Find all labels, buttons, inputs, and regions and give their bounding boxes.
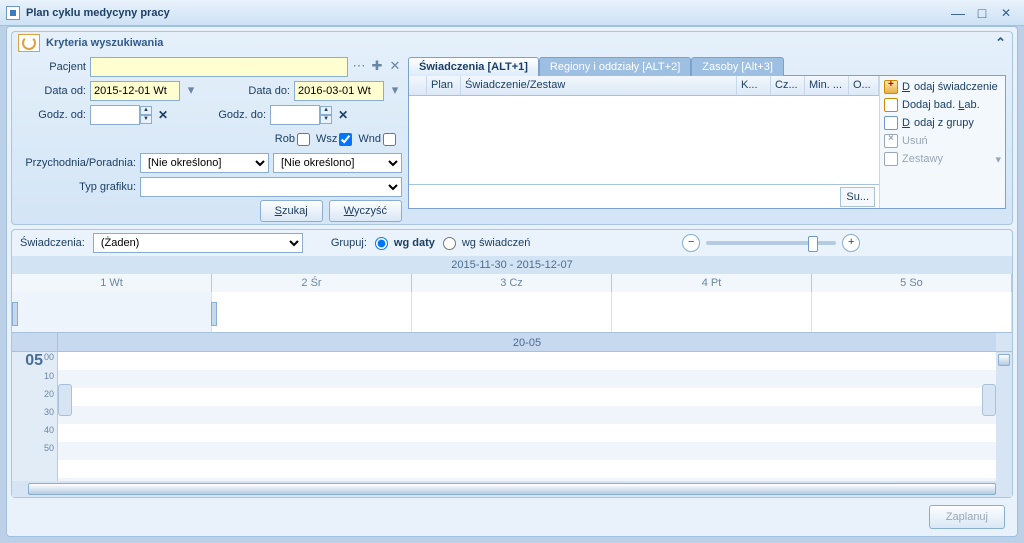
services-grid: Plan Świadczenie/Zestaw K... Cz... Min. …: [409, 76, 879, 208]
day-col-1[interactable]: 1 Wt: [12, 274, 212, 292]
time-from-label: Godz. od:: [18, 109, 86, 121]
graph-type-select[interactable]: [140, 177, 402, 197]
title-bar: Plan cyklu medycyny pracy ― □ ✕: [0, 0, 1024, 26]
plus-icon: [884, 80, 898, 94]
tab-regiony[interactable]: Regiony i oddziały [ALT+2]: [539, 57, 691, 76]
group-by-service-radio[interactable]: wg świadczeń: [443, 237, 530, 250]
poradnia-select[interactable]: [Nie określono]: [273, 153, 402, 173]
timeline-body[interactable]: [58, 352, 996, 481]
zoom-in-button[interactable]: +: [842, 234, 860, 252]
overview-strip[interactable]: [12, 292, 1012, 332]
criteria-icon: [18, 34, 40, 52]
zoom-out-button[interactable]: −: [682, 234, 700, 252]
timeline-hscroll[interactable]: [12, 481, 1012, 497]
patient-input[interactable]: [90, 57, 348, 77]
grid-col-min[interactable]: Min. ...: [805, 76, 849, 95]
schedule-sw-label: Świadczenia:: [20, 237, 85, 249]
criteria-panel: Kryteria wyszukiwania ⌃ Pacjent ⋯ ✚ ✕ Da…: [11, 31, 1013, 225]
time-from-clear-icon[interactable]: ✕: [158, 108, 168, 122]
maximize-button[interactable]: □: [970, 5, 994, 21]
sets-icon: [884, 152, 898, 166]
grid-col-o[interactable]: O...: [849, 76, 879, 95]
group-by-date-radio[interactable]: wg daty: [375, 237, 435, 250]
patient-more-icon[interactable]: ⋯: [352, 58, 366, 76]
group-icon: [884, 116, 898, 130]
tab-zasoby[interactable]: Zasoby [Alt+3]: [691, 57, 784, 76]
patient-add-icon[interactable]: ✚: [370, 58, 384, 76]
overview-handle-left[interactable]: [12, 302, 18, 326]
overview-handle-right[interactable]: [211, 302, 217, 326]
action-add-lab[interactable]: Dodaj bad. Lab.Dodaj bad. Lab.: [884, 98, 1001, 112]
action-sets: Zestawy ▾: [884, 152, 1001, 166]
grid-col-k[interactable]: K...: [737, 76, 771, 95]
group-label: Grupuj:: [331, 237, 367, 249]
schedule-sw-select[interactable]: (Żaden): [93, 233, 303, 253]
date-from-label: Data od:: [18, 85, 86, 97]
day-col-2[interactable]: 2 Śr: [212, 274, 412, 292]
clinic-label: Przychodnia/Poradnia:: [18, 157, 136, 169]
delete-icon: [884, 134, 898, 148]
day-col-5[interactable]: 5 So: [812, 274, 1012, 292]
clear-button[interactable]: WyczyśćWyczyść: [329, 200, 402, 222]
action-add-swiadczenie[interactable]: DDodaj świadczenieodaj świadczenie: [884, 80, 1001, 94]
patient-clear-icon[interactable]: ✕: [388, 58, 402, 76]
tab-swiadczenia[interactable]: Świadczenia [ALT+1]: [408, 57, 539, 76]
app-icon: [6, 6, 20, 20]
day-wsz-checkbox[interactable]: Wsz: [316, 133, 352, 146]
search-button[interactable]: SSzukajzukaj: [260, 200, 323, 222]
time-to-label: Godz. do:: [202, 109, 266, 121]
time-gutter: 0500 10 20 30 40 50: [12, 352, 58, 481]
grid-col-selector[interactable]: [409, 76, 427, 95]
time-to-clear-icon[interactable]: ✕: [338, 108, 348, 122]
allday-label: 20-05: [58, 333, 996, 351]
day-rob-checkbox[interactable]: Rob: [275, 133, 310, 146]
grid-col-plan[interactable]: Plan: [427, 76, 461, 95]
grid-col-swz[interactable]: Świadczenie/Zestaw: [461, 76, 737, 95]
clinic-select[interactable]: [Nie określono]: [140, 153, 269, 173]
day-headers: 1 Wt 2 Śr 3 Cz 4 Pt 5 So: [12, 274, 1012, 292]
date-to-label: Data do:: [226, 85, 290, 97]
collapse-icon[interactable]: ⌃: [995, 35, 1006, 51]
action-add-group[interactable]: Dodaj z grupyDodaj z grupy: [884, 116, 1001, 130]
date-from-dropdown-icon[interactable]: ▾: [184, 82, 198, 100]
day-wnd-checkbox[interactable]: Wnd: [358, 133, 396, 146]
day-col-4[interactable]: 4 Pt: [612, 274, 812, 292]
lab-icon: [884, 98, 898, 112]
timeline-next-button[interactable]: [982, 384, 996, 416]
criteria-header: Kryteria wyszukiwania ⌃: [12, 32, 1012, 54]
window-title: Plan cyklu medycyny pracy: [26, 7, 170, 19]
time-from-spinner[interactable]: ▲▼: [140, 106, 152, 124]
graph-type-label: Typ grafiku:: [18, 181, 136, 193]
timeline-prev-button[interactable]: [58, 384, 72, 416]
grid-col-cz[interactable]: Cz...: [771, 76, 805, 95]
grid-sum-button[interactable]: Su...: [840, 187, 875, 207]
allday-gutter: [12, 333, 58, 351]
action-delete: Usuń: [884, 134, 1001, 148]
zoom-slider[interactable]: [706, 241, 836, 245]
close-button[interactable]: ✕: [994, 6, 1018, 20]
allday-scroll[interactable]: [996, 333, 1012, 351]
time-from-input[interactable]: [90, 105, 140, 125]
date-from-input[interactable]: [90, 81, 180, 101]
grid-body[interactable]: [409, 96, 879, 184]
time-to-input[interactable]: [270, 105, 320, 125]
plan-button[interactable]: Zaplanuj: [929, 505, 1005, 529]
day-col-3[interactable]: 3 Cz: [412, 274, 612, 292]
time-to-spinner[interactable]: ▲▼: [320, 106, 332, 124]
week-range: 2015-11-30 - 2015-12-07: [12, 256, 1012, 274]
patient-label: Pacjent: [18, 61, 86, 73]
schedule-panel: Świadczenia: (Żaden) Grupuj: wg daty wg …: [11, 229, 1013, 498]
date-to-dropdown-icon[interactable]: ▾: [388, 82, 402, 100]
timeline-vscroll[interactable]: [996, 352, 1012, 481]
date-to-input[interactable]: [294, 81, 384, 101]
criteria-title: Kryteria wyszukiwania: [46, 37, 163, 49]
minimize-button[interactable]: ―: [946, 5, 970, 21]
